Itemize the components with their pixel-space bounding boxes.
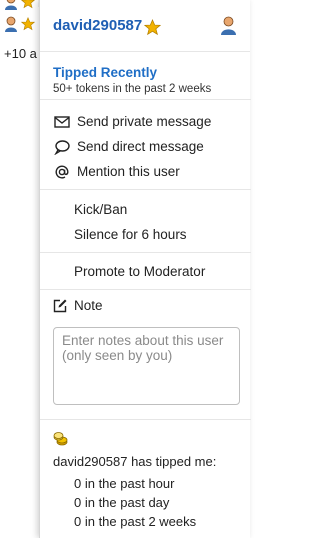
tipped-recently-title: Tipped Recently bbox=[53, 65, 158, 80]
tip-stats-section: david290587 has tipped me: 0 in the past… bbox=[40, 419, 251, 538]
at-icon bbox=[55, 165, 69, 178]
menu-item-label: Promote to Moderator bbox=[74, 264, 206, 279]
chat-message-text: +10 a bbox=[4, 46, 37, 61]
envelope-icon bbox=[54, 115, 70, 128]
tipped-recently-section: Tipped Recently 50+ tokens in the past 2… bbox=[40, 52, 251, 100]
note-label: Note bbox=[74, 298, 103, 313]
divider bbox=[40, 289, 251, 290]
person-icon bbox=[5, 0, 17, 10]
tip-stat-past-day: 0 in the past day bbox=[74, 495, 170, 510]
divider bbox=[40, 252, 251, 253]
person-icon[interactable] bbox=[220, 16, 237, 35]
star-icon bbox=[144, 19, 161, 36]
kick-ban-item[interactable]: Kick/Ban bbox=[40, 197, 251, 222]
star-icon bbox=[21, 0, 35, 9]
popup-username[interactable]: david290587 bbox=[53, 17, 142, 34]
note-textarea[interactable] bbox=[53, 327, 240, 405]
tip-stat-past-2-weeks: 0 in the past 2 weeks bbox=[74, 514, 197, 529]
speech-bubble-icon bbox=[54, 139, 70, 155]
promote-moderator-item[interactable]: Promote to Moderator bbox=[40, 259, 251, 284]
mention-user-item[interactable]: Mention this user bbox=[40, 159, 251, 184]
tip-stats-title: david290587 has tipped me: bbox=[53, 454, 217, 469]
user-context-popup: david290587 Tipped Recently 50+ tokens i… bbox=[39, 0, 251, 538]
menu-item-label: Send direct message bbox=[77, 139, 204, 154]
send-direct-message-item[interactable]: Send direct message bbox=[40, 134, 251, 159]
star-icon bbox=[21, 17, 35, 31]
person-icon bbox=[5, 16, 17, 32]
popup-header: david290587 bbox=[40, 0, 250, 52]
divider bbox=[40, 189, 251, 190]
note-header: Note bbox=[53, 298, 103, 313]
menu-item-label: Silence for 6 hours bbox=[74, 227, 187, 242]
menu-item-label: Send private message bbox=[77, 114, 212, 129]
silence-item[interactable]: Silence for 6 hours bbox=[40, 222, 251, 247]
menu-item-label: Mention this user bbox=[77, 164, 180, 179]
coins-icon bbox=[53, 432, 68, 446]
tipped-recently-subtitle: 50+ tokens in the past 2 weeks bbox=[53, 83, 212, 95]
menu-item-label: Kick/Ban bbox=[74, 202, 128, 217]
chat-line bbox=[4, 16, 35, 32]
tip-stat-past-hour: 0 in the past hour bbox=[74, 476, 175, 491]
edit-icon bbox=[53, 299, 67, 313]
send-private-message-item[interactable]: Send private message bbox=[40, 109, 251, 134]
